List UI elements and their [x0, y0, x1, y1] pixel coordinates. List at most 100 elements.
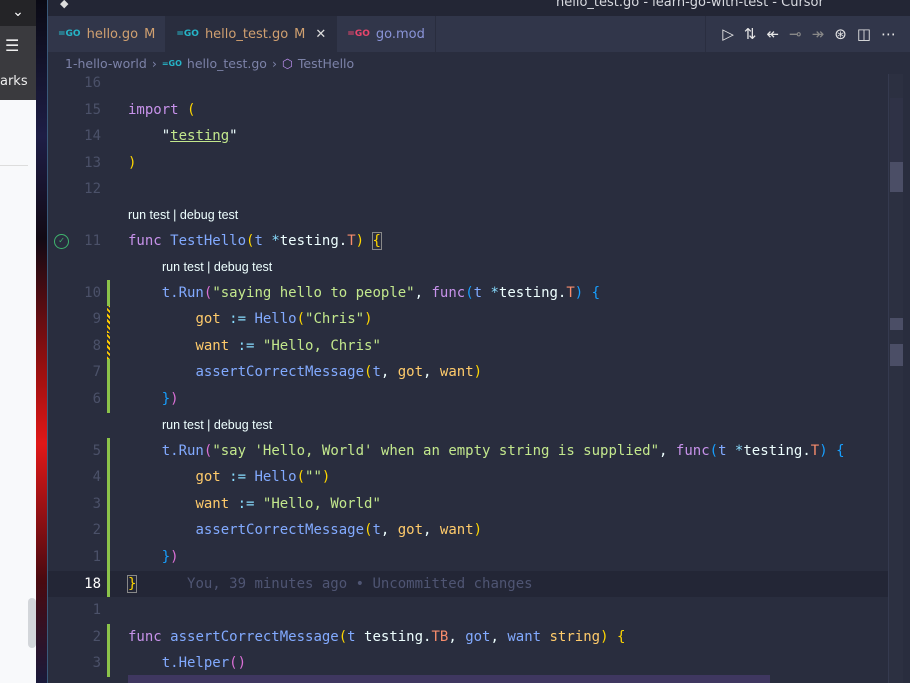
code-token: t.Run	[161, 284, 204, 301]
code-text: import (	[128, 97, 195, 124]
run-test-link[interactable]: run test	[128, 208, 170, 222]
code-token: got	[397, 522, 424, 539]
run-test-link[interactable]: run test	[162, 418, 204, 432]
run-icon[interactable]: ▷	[722, 25, 734, 43]
code-token: assertCorrectMessage	[195, 522, 365, 539]
separator: |	[203, 259, 214, 274]
go-forward-icon[interactable]: ↠	[812, 25, 825, 43]
added-lines-marker[interactable]	[107, 570, 110, 598]
code-line: 7 assertCorrectMessage(t, got, want)	[48, 359, 888, 386]
code-editor[interactable]: 16 15 import (14 "testing" 13) 12 run test | …	[48, 70, 888, 677]
added-lines-marker[interactable]	[107, 490, 110, 518]
code-token: ,	[380, 522, 398, 539]
code-line: 16	[48, 70, 888, 97]
bookmarks-label[interactable]: arks	[0, 74, 28, 89]
split-editor-icon[interactable]: ◫	[857, 25, 871, 43]
browser-scrollbar[interactable]	[28, 598, 36, 648]
code-token: t	[473, 284, 491, 301]
scrollbar-slider[interactable]	[890, 98, 903, 172]
breadcrumb-symbol[interactable]: TestHello	[298, 56, 354, 71]
code-token: (	[465, 284, 474, 301]
added-lines-marker[interactable]	[107, 437, 110, 465]
more-icon[interactable]: ⋯	[881, 25, 896, 43]
overview-ruler-scrollbar[interactable]	[888, 74, 903, 683]
code-token: )	[473, 522, 483, 539]
tab-go-mod[interactable]: =GO go.mod	[337, 16, 436, 52]
code-line: 4 got := Hello("")	[48, 464, 888, 491]
line-number: 7	[92, 364, 101, 381]
line-number: 3	[92, 495, 101, 512]
code-text: "testing"	[128, 123, 238, 150]
code-line: 3 want := "Hello, World"	[48, 490, 888, 518]
added-lines-marker[interactable]	[107, 650, 110, 677]
code-token: got	[195, 469, 230, 486]
code-token: :=	[229, 469, 255, 486]
code-token: want	[507, 628, 550, 645]
hamburger-menu-icon[interactable]: ☰	[5, 36, 19, 55]
code-text: func TestHello(t *testing.T) {	[128, 228, 382, 255]
overview-marker	[890, 344, 903, 366]
code-token: t	[254, 232, 272, 249]
code-text: want := "Hello, Chris"	[128, 333, 380, 360]
added-lines-marker[interactable]	[107, 279, 110, 307]
added-lines-marker[interactable]	[107, 543, 110, 571]
test-passed-icon[interactable]: ✓	[54, 233, 69, 249]
code-token: got	[195, 311, 230, 328]
code-token: testing.	[498, 284, 567, 301]
chevron-down-icon[interactable]: ⌄	[0, 0, 36, 26]
added-lines-marker[interactable]	[107, 623, 110, 651]
added-lines-marker[interactable]	[107, 464, 110, 491]
code-line: 1 })	[48, 543, 888, 571]
tab-hello-go[interactable]: =GO hello.go M	[48, 16, 167, 52]
source-control-graph-icon[interactable]: ⊛	[834, 25, 847, 43]
code-line: 3 t.Helper()	[48, 650, 888, 677]
line-number: 13	[84, 154, 101, 171]
code-token: want	[195, 495, 238, 512]
modified-badge: M	[144, 26, 156, 42]
code-token: Hello	[254, 469, 297, 486]
added-lines-marker[interactable]	[107, 385, 110, 413]
modified-lines-marker[interactable]	[107, 332, 110, 360]
code-token: t	[347, 628, 365, 645]
code-text: t.Helper()	[128, 650, 246, 677]
debug-test-link[interactable]: debug test	[214, 260, 272, 274]
breadcrumb-file[interactable]: hello_test.go	[187, 56, 267, 71]
modified-lines-marker[interactable]	[107, 306, 110, 333]
code-text: t.Run ("say 'Hello, World' when an empty …	[128, 438, 845, 465]
go-file-icon: =GO	[176, 29, 199, 39]
added-lines-marker[interactable]	[107, 517, 110, 544]
tab-hello-test-go[interactable]: =GO hello_test.go M ✕	[166, 16, 338, 52]
code-line: 15 import (	[48, 97, 888, 124]
added-lines-marker[interactable]	[107, 359, 110, 386]
close-icon[interactable]: ✕	[315, 27, 326, 42]
code-token: *	[271, 232, 280, 249]
code-token: ,	[423, 364, 440, 381]
window-title: hello_test.go - learn-go-with-test - Cur…	[556, 0, 824, 10]
code-token: "Chris"	[305, 311, 365, 328]
code-text: want := "Hello, World"	[128, 491, 380, 518]
tab-label: hello_test.go	[204, 26, 289, 42]
debug-test-link[interactable]: debug test	[180, 208, 238, 222]
go-back-icon[interactable]: ↞	[767, 25, 780, 43]
cursor-logo-icon: ◆	[60, 0, 69, 10]
code-line: 12	[48, 176, 888, 203]
line-number: 10	[84, 284, 101, 301]
commit-icon[interactable]: ⊸	[789, 25, 802, 43]
code-line: 10 t.Run("saying hello to people", func(…	[48, 279, 888, 307]
line-number: 1	[92, 602, 101, 619]
code-token: TestHello	[170, 232, 247, 249]
breadcrumb-folder[interactable]: 1-hello-world	[65, 56, 147, 71]
git-blame-annotation: You, 39 minutes ago • Uncommitted change…	[187, 575, 533, 592]
code-token: :=	[237, 495, 263, 512]
compare-changes-icon[interactable]: ⇅	[744, 25, 757, 43]
run-test-link[interactable]: run test	[162, 260, 204, 274]
line-number: 16	[84, 75, 101, 91]
codelens: run test | debug test	[48, 413, 888, 438]
debug-test-link[interactable]: debug test	[214, 418, 272, 432]
code-token: want	[439, 522, 474, 539]
line-number: 14	[84, 128, 101, 145]
